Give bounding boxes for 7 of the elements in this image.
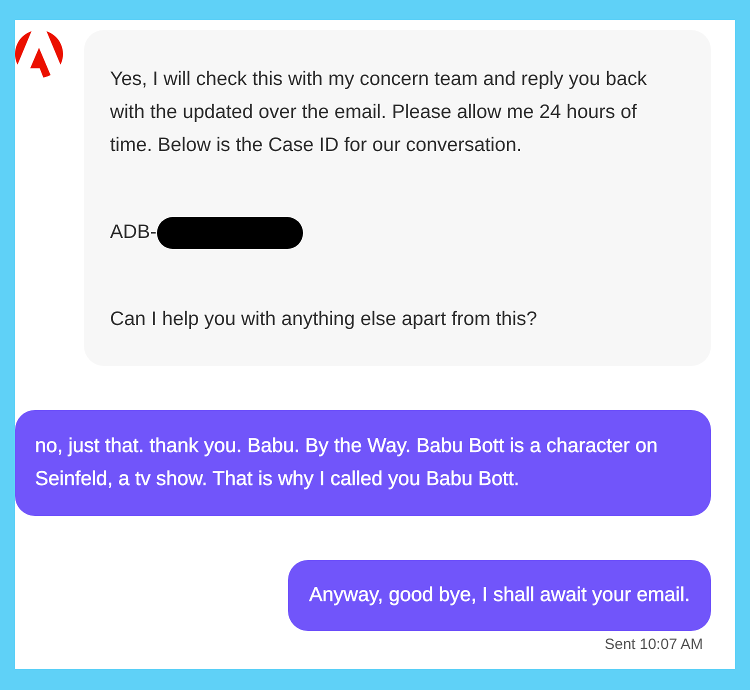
case-id-text: ADB- (110, 220, 157, 245)
message-text: Can I help you with anything else apart from this? (110, 307, 538, 332)
timestamp: Sent 10:07 AM (604, 635, 703, 655)
message-bubble: no, just that. thank you. Babu. By the Way. Babu Bott is a character on Seinfeld, a tv show. That is why I called you Babu Bott. (15, 410, 711, 516)
message-text: Yes, I will check this with my concern team and reply you back with the updated over the email. Please allow me 24 hours of time. Below is the Case ID for our conversation. (110, 67, 648, 158)
message-bubble: Anyway, good bye, I shall await your email. (288, 560, 711, 631)
logo-icon (15, 30, 63, 78)
